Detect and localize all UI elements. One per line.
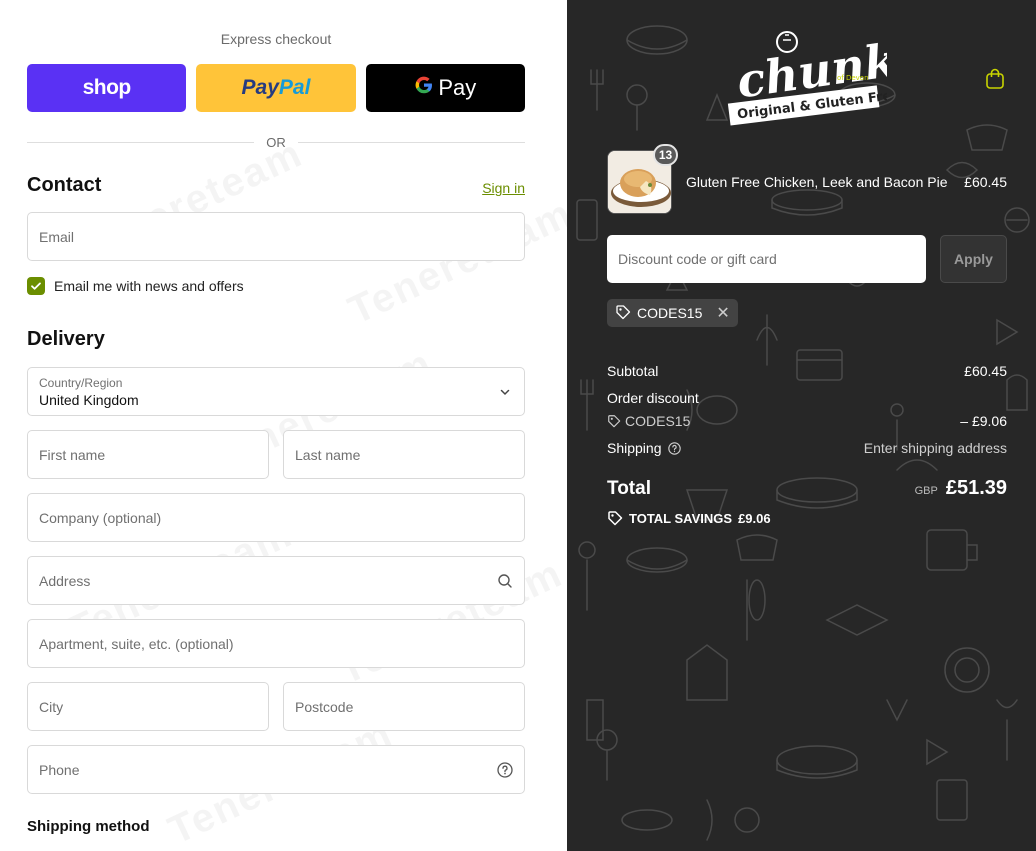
discount-code-field[interactable]: Discount code or gift card bbox=[607, 235, 926, 283]
email-placeholder: Email bbox=[39, 228, 75, 245]
discount-code-label: CODES15 bbox=[625, 413, 691, 429]
contact-title: Contact bbox=[27, 174, 102, 196]
svg-text:of Devon: of Devon bbox=[837, 74, 869, 82]
newsletter-checkbox[interactable] bbox=[27, 277, 45, 295]
city-field[interactable]: City bbox=[27, 682, 269, 731]
google-pay-label: Pay bbox=[438, 75, 477, 100]
currency-code: GBP bbox=[914, 485, 938, 497]
subtotal-value: £60.45 bbox=[964, 363, 1007, 379]
apartment-field[interactable]: Apartment, suite, etc. (optional) bbox=[27, 619, 525, 668]
postcode-field[interactable]: Postcode bbox=[283, 682, 525, 731]
google-g-icon bbox=[414, 75, 434, 101]
city-placeholder: City bbox=[39, 698, 64, 715]
tag-icon bbox=[615, 304, 631, 323]
first-name-placeholder: First name bbox=[39, 446, 106, 463]
or-label: OR bbox=[266, 134, 286, 150]
search-icon bbox=[497, 573, 513, 589]
order-summary-panel: chunk of Devon Original & Gluten Free 13… bbox=[567, 0, 1036, 851]
subtotal-label: Subtotal bbox=[607, 363, 659, 379]
address-field[interactable]: Address bbox=[27, 556, 525, 605]
total-value: £51.39 bbox=[945, 477, 1007, 499]
paypal-button[interactable]: Pay Pal bbox=[196, 64, 356, 112]
shop-pay-label: shop bbox=[82, 76, 132, 99]
discount-value: – £9.06 bbox=[960, 413, 1007, 429]
express-pay-buttons: shop Pay Pal Pay bbox=[27, 64, 525, 112]
apartment-placeholder: Apartment, suite, etc. (optional) bbox=[39, 635, 234, 652]
remove-code-icon[interactable]: ✕ bbox=[716, 303, 729, 323]
last-name-placeholder: Last name bbox=[295, 446, 361, 463]
email-field[interactable]: Email bbox=[27, 212, 525, 261]
tag-icon bbox=[608, 415, 621, 428]
phone-placeholder: Phone bbox=[39, 761, 80, 778]
shipping-value: Enter shipping address bbox=[863, 440, 1007, 456]
shop-pay-button[interactable]: shop bbox=[27, 64, 187, 112]
shipping-row: Shipping Enter shipping address bbox=[607, 440, 1007, 456]
discount-code-row: CODES15 – £9.06 bbox=[607, 413, 1007, 429]
discount-placeholder: Discount code or gift card bbox=[618, 251, 777, 267]
savings-value: £9.06 bbox=[738, 510, 771, 526]
company-placeholder: Company (optional) bbox=[39, 509, 162, 526]
quantity-badge: 13 bbox=[653, 144, 678, 166]
paypal-label-pal: Pal bbox=[278, 76, 311, 99]
or-divider: OR bbox=[27, 134, 525, 150]
postcode-placeholder: Postcode bbox=[295, 698, 354, 715]
divider-line bbox=[27, 141, 255, 143]
tag-icon bbox=[608, 511, 623, 526]
total-savings: TOTAL SAVINGS £9.06 bbox=[607, 510, 771, 526]
total-amount-cell: GBP £51.39 bbox=[915, 477, 1007, 500]
order-discount-row: Order discount bbox=[607, 390, 1007, 406]
phone-field[interactable]: Phone bbox=[27, 745, 525, 794]
company-field[interactable]: Company (optional) bbox=[27, 493, 525, 542]
google-pay-button[interactable]: Pay bbox=[365, 64, 525, 112]
product-price: £60.45 bbox=[964, 174, 1007, 190]
country-select[interactable]: Country/Region United Kingdom bbox=[27, 367, 525, 416]
chunk-logo[interactable]: chunk of Devon Original & Gluten Free bbox=[727, 30, 901, 130]
checkout-form-panel: Tenereteam Tenereteam Tenereteam Teneret… bbox=[0, 0, 567, 851]
order-discount-label: Order discount bbox=[607, 390, 699, 406]
first-name-field[interactable]: First name bbox=[27, 430, 269, 479]
shipping-label: Shipping bbox=[607, 440, 662, 456]
divider-line bbox=[297, 141, 525, 143]
express-checkout-title: Express checkout bbox=[220, 31, 332, 47]
total-label: Total bbox=[607, 478, 651, 499]
discount-code-cell: CODES15 bbox=[607, 413, 690, 429]
product-name: Gluten Free Chicken, Leek and Bacon Pie bbox=[686, 174, 948, 190]
apply-button[interactable]: Apply bbox=[940, 235, 1007, 283]
newsletter-checkbox-row[interactable]: Email me with news and offers bbox=[27, 277, 244, 295]
sign-in-link[interactable]: Sign in bbox=[482, 180, 525, 196]
help-icon[interactable] bbox=[497, 761, 513, 778]
total-row: Total GBP £51.39 bbox=[607, 477, 1007, 500]
chevron-down-icon bbox=[497, 384, 513, 400]
paypal-label-pay: Pay bbox=[241, 76, 279, 99]
savings-label: TOTAL SAVINGS bbox=[629, 510, 733, 526]
country-value: United Kingdom bbox=[39, 392, 139, 408]
last-name-field[interactable]: Last name bbox=[283, 430, 525, 479]
shopping-bag-icon[interactable] bbox=[985, 68, 1005, 95]
check-icon bbox=[31, 282, 41, 290]
newsletter-label: Email me with news and offers bbox=[54, 278, 244, 294]
address-placeholder: Address bbox=[39, 572, 91, 589]
shipping-method-title: Shipping method bbox=[27, 818, 150, 835]
applied-code-label: CODES15 bbox=[637, 305, 703, 321]
delivery-title: Delivery bbox=[27, 328, 105, 350]
applied-code-chip: CODES15 ✕ bbox=[607, 299, 738, 327]
country-label: Country/Region bbox=[39, 376, 123, 390]
subtotal-row: Subtotal £60.45 bbox=[607, 363, 1007, 379]
shipping-label-cell: Shipping bbox=[607, 440, 681, 456]
help-icon[interactable] bbox=[667, 441, 681, 455]
